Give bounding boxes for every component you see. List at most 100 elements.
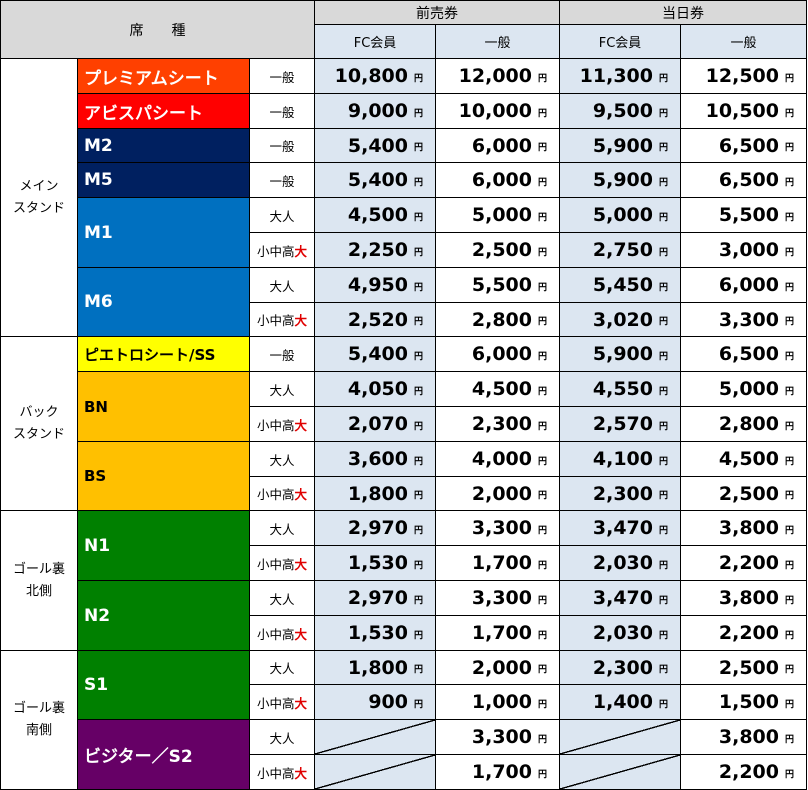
price-value: 5,450 <box>592 274 653 296</box>
advance-fc-price: 2,970 円 <box>315 511 436 546</box>
yen-unit: 円 <box>413 630 423 641</box>
price-value: 2,000 <box>471 656 532 679</box>
advance-general-price: 6,000 円 <box>436 129 560 163</box>
same-day-general-price: 2,200 円 <box>681 546 807 581</box>
same-day-fc-price: 2,300 円 <box>560 477 681 511</box>
price-value: 4,500 <box>471 378 532 400</box>
yen-unit: 円 <box>784 456 794 467</box>
price-value: 3,600 <box>347 448 408 470</box>
advance-general-price: 4,500 円 <box>436 372 560 407</box>
yen-unit: 円 <box>658 108 668 119</box>
price-value: 4,500 <box>347 204 408 226</box>
same-day-general-price: 3,800 円 <box>681 581 807 616</box>
audience-label: 一般 <box>250 94 315 129</box>
price-value: 1,700 <box>471 622 532 644</box>
yen-unit: 円 <box>413 456 423 467</box>
same-day-fc-price: 9,500 円 <box>560 94 681 129</box>
seat-type-header: 席 種 <box>0 0 315 59</box>
university-label: 大 <box>294 243 308 259</box>
yen-unit: 円 <box>658 282 668 293</box>
yen-unit: 円 <box>537 282 547 293</box>
price-value: 6,000 <box>471 134 532 157</box>
yen-unit: 円 <box>658 317 668 327</box>
yen-unit: 円 <box>413 317 423 327</box>
university-label: 大 <box>294 695 308 711</box>
yen-unit: 円 <box>658 699 668 710</box>
student-label: 小中高 <box>256 243 295 259</box>
yen-unit: 円 <box>537 421 547 432</box>
audience-label: 小中高大 <box>250 233 315 268</box>
yen-unit: 円 <box>784 317 794 327</box>
yen-unit: 円 <box>413 595 423 606</box>
price-value: 2,200 <box>718 761 779 783</box>
yen-unit: 円 <box>784 351 794 362</box>
same-day-fc-price: 2,300 円 <box>560 651 681 685</box>
yen-unit: 円 <box>537 143 547 153</box>
yen-unit: 円 <box>784 177 794 188</box>
yen-unit: 円 <box>413 560 423 571</box>
price-value: 1,800 <box>347 656 408 679</box>
stand-area-label: ゴール裏 南側 <box>0 651 78 790</box>
same-day-fc-price: 3,020 円 <box>560 303 681 337</box>
price-value: 3,470 <box>592 517 653 539</box>
same-day-general-price: 10,500 円 <box>681 94 807 129</box>
same-day-general-header: 一般 <box>681 25 807 59</box>
yen-unit: 円 <box>537 351 547 362</box>
yen-unit: 円 <box>658 665 668 675</box>
seat-name: アビスパシート <box>78 94 250 129</box>
price-value: 3,020 <box>592 308 653 331</box>
advance-fc-price: 10,800 円 <box>315 59 436 94</box>
advance-general-price: 1,700 円 <box>436 755 560 790</box>
price-value: 2,300 <box>592 482 653 505</box>
price-value: 2,500 <box>718 656 779 679</box>
advance-fc-price: 4,050 円 <box>315 372 436 407</box>
same-day-general-price: 1,500 円 <box>681 685 807 720</box>
advance-general-price: 12,000 円 <box>436 59 560 94</box>
advance-general-header: 一般 <box>436 25 560 59</box>
advance-general-price: 1,700 円 <box>436 616 560 651</box>
advance-general-price: 2,000 円 <box>436 651 560 685</box>
audience-label: 一般 <box>250 337 315 372</box>
yen-unit: 円 <box>658 421 668 432</box>
same-day-fc-price: 2,030 円 <box>560 546 681 581</box>
price-value: 3,800 <box>718 517 779 539</box>
price-value: 2,500 <box>718 482 779 505</box>
audience-label: 大人 <box>250 268 315 303</box>
yen-unit: 円 <box>784 143 794 153</box>
audience-label: 小中高大 <box>250 477 315 511</box>
same-day-fc-price-not-available <box>560 720 681 755</box>
price-value: 2,750 <box>592 239 653 261</box>
price-value: 2,800 <box>471 308 532 331</box>
advance-general-price: 1,700 円 <box>436 546 560 581</box>
university-label: 大 <box>294 556 308 572</box>
yen-unit: 円 <box>537 386 547 397</box>
advance-general-price: 4,000 円 <box>436 442 560 477</box>
student-label: 小中高 <box>256 487 295 502</box>
yen-unit: 円 <box>784 282 794 293</box>
same-day-fc-price-not-available <box>560 755 681 790</box>
price-value: 2,200 <box>718 552 779 574</box>
price-value: 10,500 <box>705 100 779 122</box>
yen-unit: 円 <box>413 525 423 536</box>
advance-fc-price: 9,000 円 <box>315 94 436 129</box>
same-day-general-price: 6,500 円 <box>681 163 807 198</box>
advance-fc-member-header: FC会員 <box>315 25 436 59</box>
audience-label: 一般 <box>250 163 315 198</box>
price-value: 3,470 <box>592 587 653 609</box>
same-day-general-price: 4,500 円 <box>681 442 807 477</box>
price-value: 5,900 <box>592 343 653 365</box>
yen-unit: 円 <box>537 247 547 258</box>
seat-name: M2 <box>78 129 250 163</box>
price-value: 2,570 <box>592 413 653 435</box>
seat-name: ピエトロシート/SS <box>78 337 250 372</box>
yen-unit: 円 <box>537 212 547 223</box>
advance-fc-price: 1,530 円 <box>315 616 436 651</box>
yen-unit: 円 <box>537 769 547 780</box>
student-label: 小中高 <box>256 765 295 781</box>
yen-unit: 円 <box>537 456 547 467</box>
advance-general-price: 3,300 円 <box>436 581 560 616</box>
same-day-general-price: 6,500 円 <box>681 337 807 372</box>
price-value: 1,800 <box>347 482 408 505</box>
same-day-fc-price: 5,900 円 <box>560 337 681 372</box>
price-value: 3,800 <box>718 587 779 609</box>
